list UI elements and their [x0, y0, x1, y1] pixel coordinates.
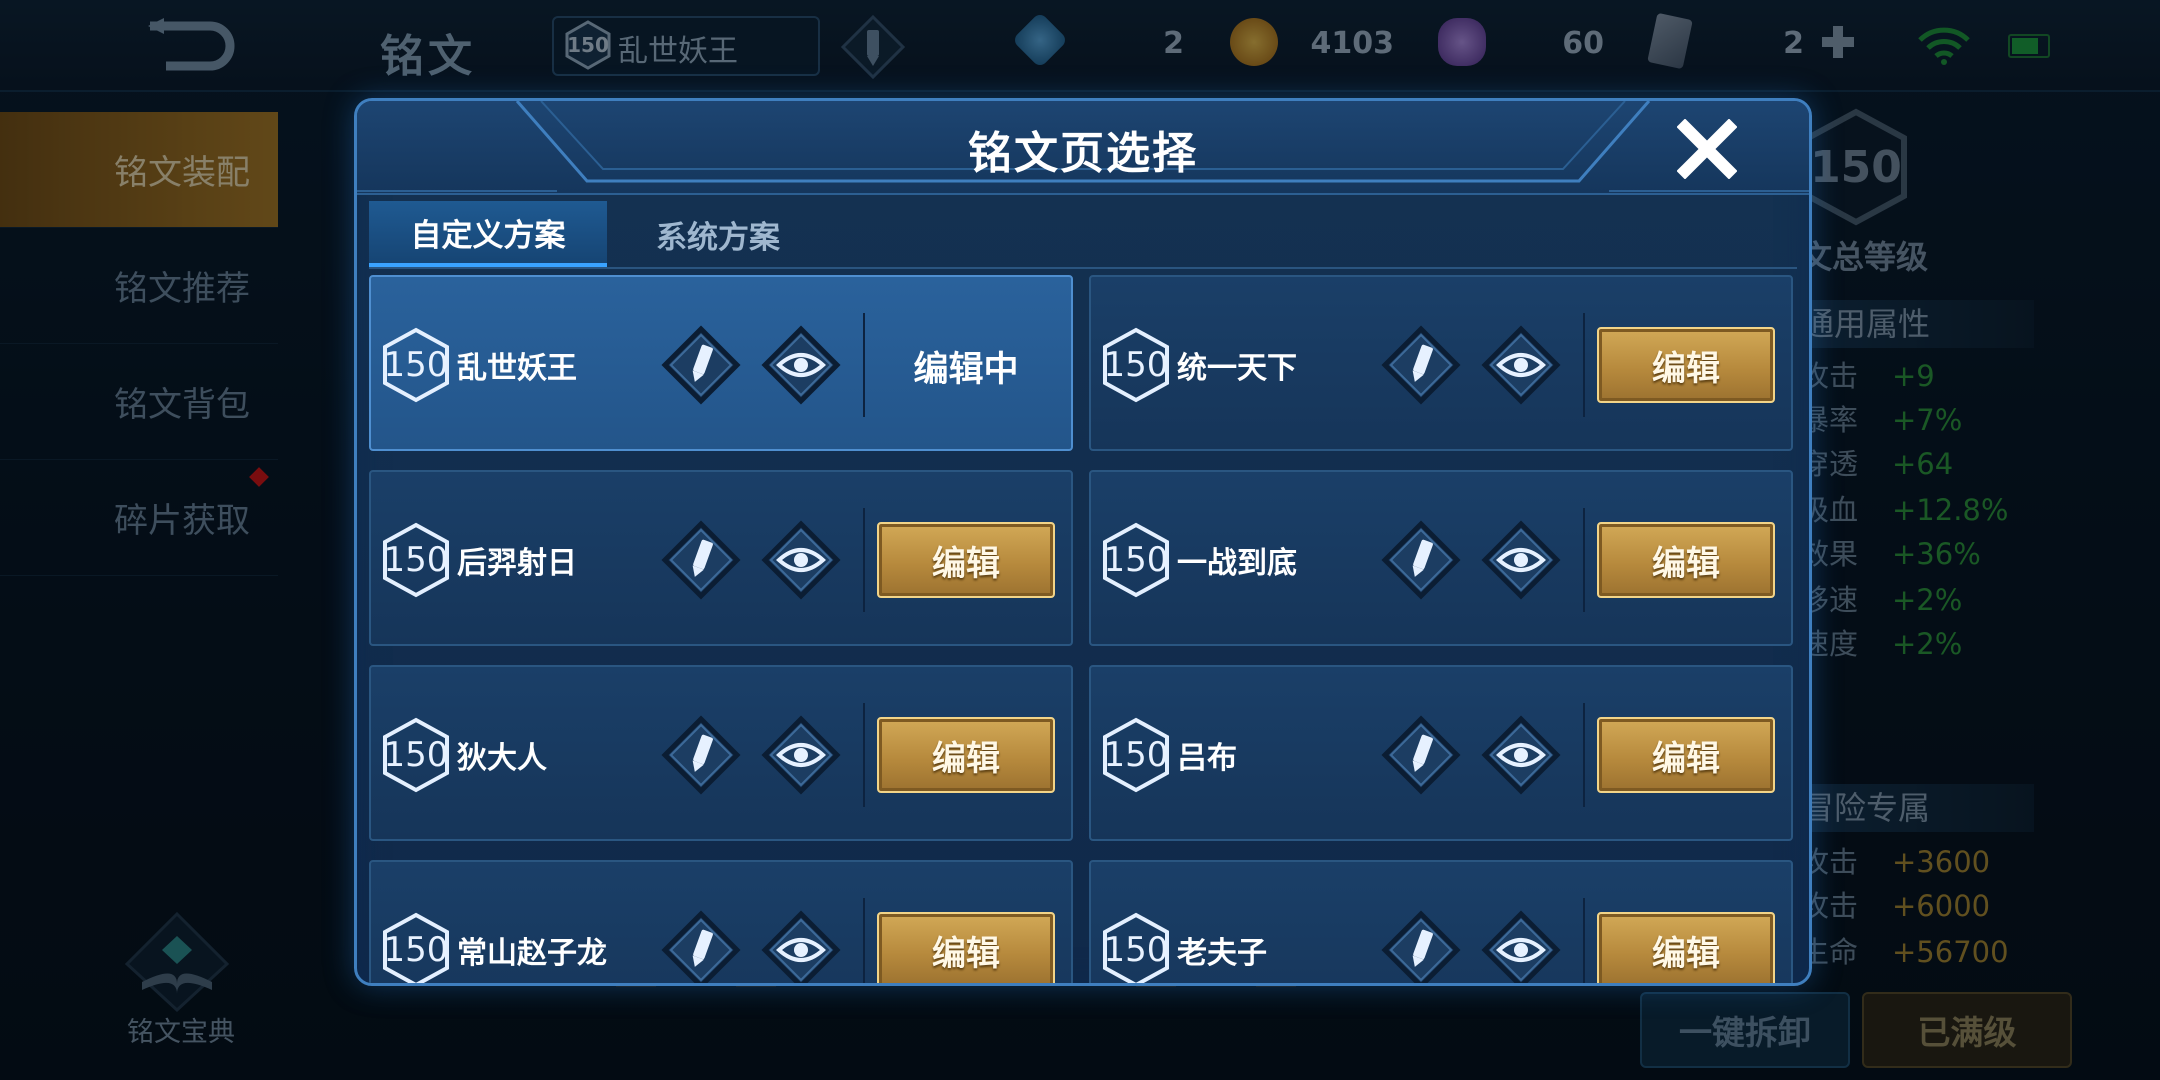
pencil-icon	[661, 715, 741, 795]
dialog-header: 铭文页选择	[357, 101, 1809, 195]
edit-button[interactable]: 编辑	[877, 717, 1055, 793]
pencil-icon	[661, 910, 741, 983]
eye-icon	[761, 520, 841, 600]
rune-page-level: 150	[1103, 540, 1169, 580]
rune-page-card[interactable]: 150 一战到底 编辑	[1089, 470, 1793, 646]
rune-page-level: 150	[383, 540, 449, 580]
pencil-icon	[661, 520, 741, 600]
rune-page-level: 150	[1103, 345, 1169, 385]
rune-page-card[interactable]: 150 常山赵子龙 编辑	[369, 860, 1073, 983]
preview-button[interactable]	[1481, 715, 1561, 795]
edit-button[interactable]: 编辑	[877, 912, 1055, 983]
rune-page-name: 乱世妖王	[457, 351, 577, 386]
rune-page-card[interactable]: 150 狄大人 编辑	[369, 665, 1073, 841]
divider	[863, 313, 865, 417]
tab-system[interactable]: 系统方案	[613, 201, 823, 267]
eye-icon	[1481, 325, 1561, 405]
pencil-icon	[1381, 325, 1461, 405]
preview-button[interactable]	[761, 910, 841, 983]
rename-button[interactable]	[1381, 715, 1461, 795]
rune-page-card[interactable]: 150 老夫子 编辑	[1089, 860, 1793, 983]
rune-page-select-dialog: 铭文页选择 自定义方案 系统方案 150 乱世妖王 编辑中 150 统一天下 编…	[354, 98, 1812, 986]
level-hex-icon: 150	[381, 912, 451, 983]
rune-page-level: 150	[383, 345, 449, 385]
rune-page-name: 常山赵子龙	[457, 936, 607, 971]
eye-icon	[1481, 715, 1561, 795]
editing-status: 编辑中	[913, 350, 1019, 390]
rune-page-level: 150	[383, 735, 449, 775]
divider	[863, 508, 865, 612]
tab-bar: 自定义方案 系统方案	[369, 201, 1797, 269]
divider	[863, 898, 865, 983]
rename-button[interactable]	[1381, 520, 1461, 600]
level-hex-icon: 150	[1101, 327, 1171, 403]
edit-button[interactable]: 编辑	[1597, 327, 1775, 403]
rune-page-name: 一战到底	[1177, 546, 1297, 581]
rune-page-name: 老夫子	[1177, 936, 1267, 971]
preview-button[interactable]	[761, 520, 841, 600]
rune-page-card[interactable]: 150 乱世妖王 编辑中	[369, 275, 1073, 451]
eye-icon	[761, 910, 841, 983]
rename-button[interactable]	[661, 910, 741, 983]
preview-button[interactable]	[1481, 520, 1561, 600]
pencil-icon	[1381, 910, 1461, 983]
rune-page-name: 统一天下	[1177, 351, 1297, 386]
pencil-icon	[661, 325, 741, 405]
divider	[1583, 508, 1585, 612]
preview-button[interactable]	[1481, 325, 1561, 405]
preview-button[interactable]	[761, 715, 841, 795]
rename-button[interactable]	[1381, 910, 1461, 983]
rename-button[interactable]	[1381, 325, 1461, 405]
rune-page-name: 吕布	[1177, 741, 1237, 776]
level-hex-icon: 150	[1101, 522, 1171, 598]
edit-button[interactable]: 编辑	[1597, 522, 1775, 598]
divider	[1583, 703, 1585, 807]
rename-button[interactable]	[661, 520, 741, 600]
dialog-title: 铭文页选择	[968, 128, 1198, 179]
rune-page-name: 后羿射日	[457, 546, 577, 581]
rune-page-name: 狄大人	[457, 741, 547, 776]
edit-button[interactable]: 编辑	[877, 522, 1055, 598]
pencil-icon	[1381, 520, 1461, 600]
preview-button[interactable]	[761, 325, 841, 405]
divider	[1583, 313, 1585, 417]
rename-button[interactable]	[661, 715, 741, 795]
level-hex-icon: 150	[381, 327, 451, 403]
edit-button[interactable]: 编辑	[1597, 717, 1775, 793]
eye-icon	[1481, 910, 1561, 983]
rune-page-level: 150	[1103, 930, 1169, 970]
close-icon	[1677, 119, 1737, 179]
level-hex-icon: 150	[381, 717, 451, 793]
close-button[interactable]	[1677, 119, 1737, 179]
tab-custom[interactable]: 自定义方案	[369, 201, 607, 267]
rune-page-level: 150	[1103, 735, 1169, 775]
rune-page-card[interactable]: 150 统一天下 编辑	[1089, 275, 1793, 451]
eye-icon	[761, 325, 841, 405]
divider	[1583, 898, 1585, 983]
rune-page-card[interactable]: 150 后羿射日 编辑	[369, 470, 1073, 646]
eye-icon	[1481, 520, 1561, 600]
rune-page-card[interactable]: 150 吕布 编辑	[1089, 665, 1793, 841]
rune-page-level: 150	[383, 930, 449, 970]
level-hex-icon: 150	[1101, 912, 1171, 983]
level-hex-icon: 150	[1101, 717, 1171, 793]
preview-button[interactable]	[1481, 910, 1561, 983]
pencil-icon	[1381, 715, 1461, 795]
edit-button[interactable]: 编辑	[1597, 912, 1775, 983]
level-hex-icon: 150	[381, 522, 451, 598]
divider	[863, 703, 865, 807]
eye-icon	[761, 715, 841, 795]
rename-button[interactable]	[661, 325, 741, 405]
